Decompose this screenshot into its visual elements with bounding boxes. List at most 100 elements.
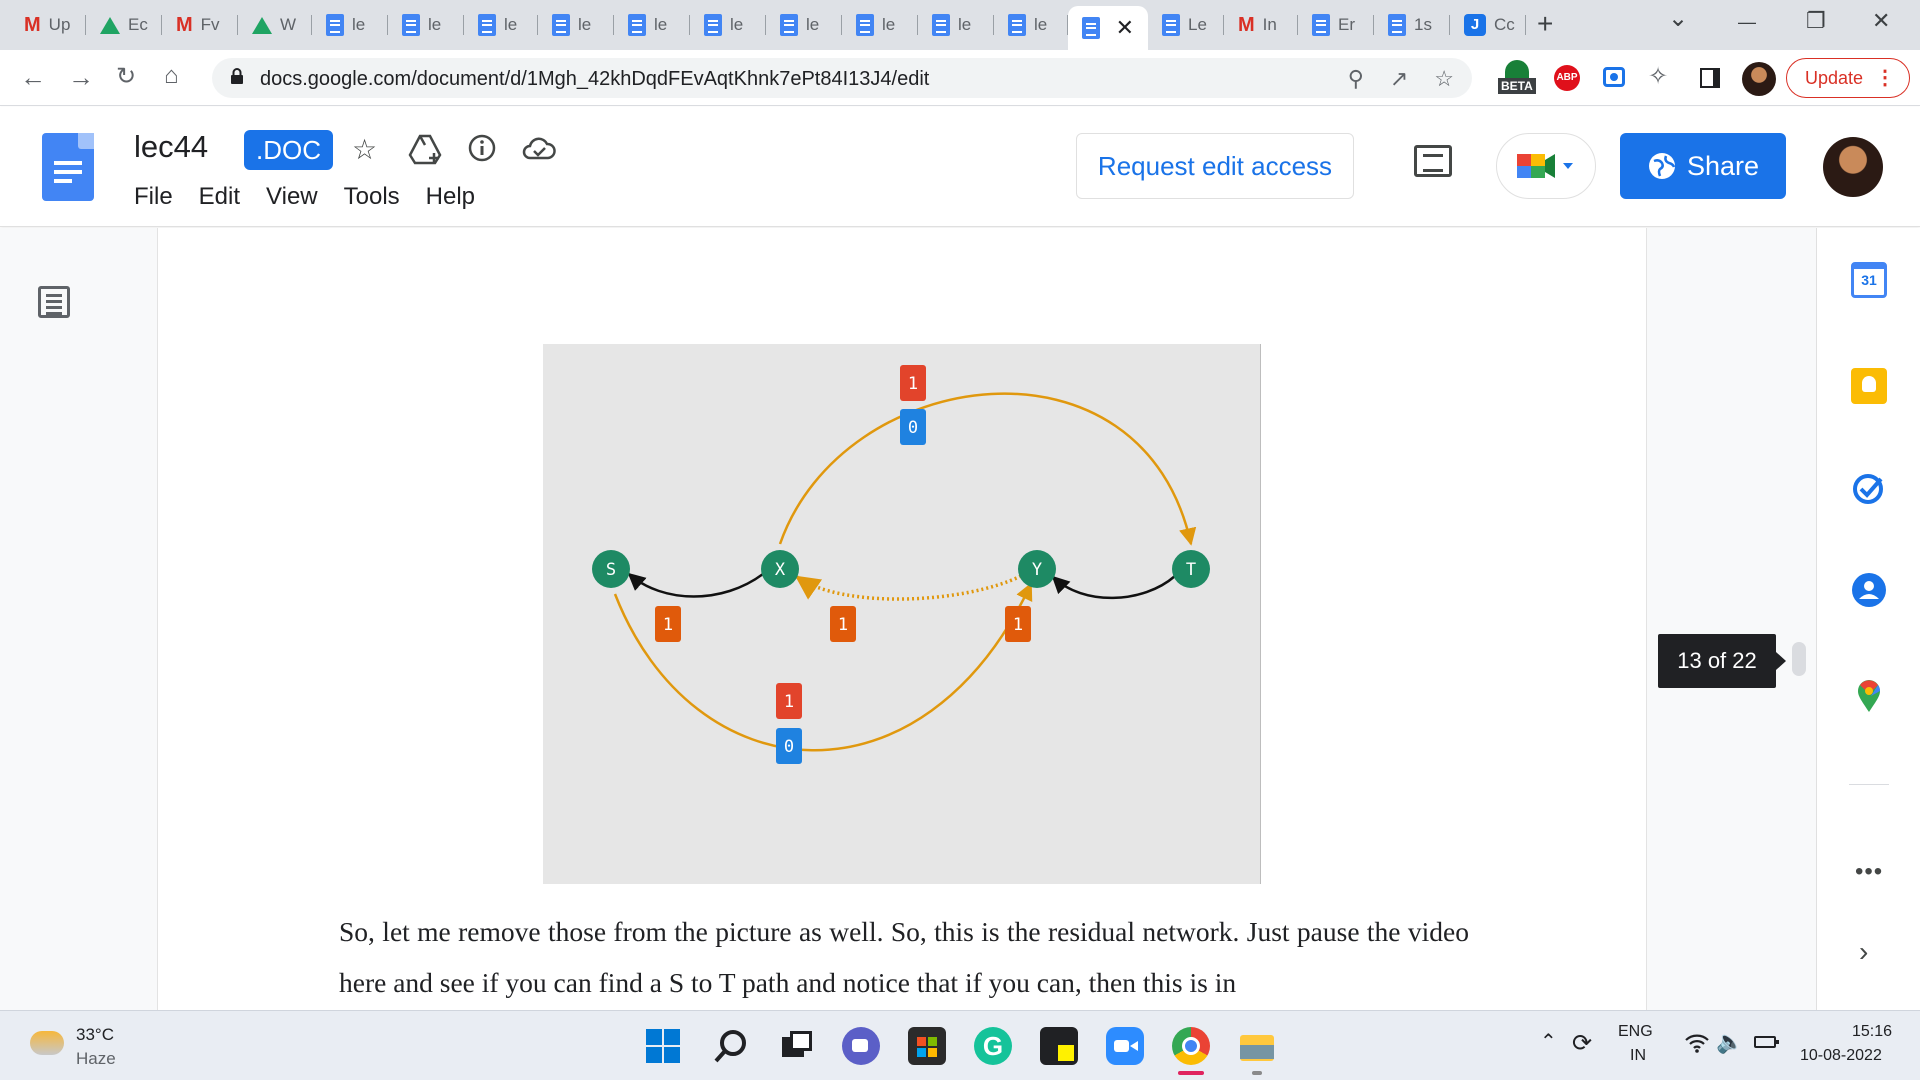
clock-date[interactable]: 10-08-2022 [1800, 1047, 1882, 1065]
residual-network-diagram: 1 0 1 1 1 1 0 S X Y T [592, 365, 1210, 764]
browser-tab[interactable]: 1s [1374, 8, 1450, 42]
menu-view[interactable]: View [266, 183, 318, 211]
browser-tab[interactable]: le [538, 8, 614, 42]
update-button[interactable]: Update ⋮ [1786, 58, 1910, 98]
close-window-icon[interactable]: ✕ [1872, 8, 1890, 34]
browser-tab[interactable]: Ec [86, 8, 162, 42]
scrollbar-thumb[interactable] [1792, 642, 1806, 676]
restore-icon[interactable]: ❐ [1806, 8, 1826, 34]
side-panel-icon[interactable] [1700, 68, 1720, 88]
battery-icon[interactable] [1754, 1036, 1779, 1048]
browser-tab[interactable]: Le [1148, 8, 1224, 42]
menu-file[interactable]: File [134, 183, 173, 211]
weather-haze-icon[interactable] [30, 1031, 64, 1055]
contacts-icon[interactable] [1851, 572, 1887, 608]
wifi-icon[interactable] [1684, 1033, 1710, 1053]
start-windows-icon[interactable] [644, 1027, 682, 1065]
minimize-icon[interactable]: — [1738, 12, 1756, 33]
back-icon[interactable]: ← [20, 62, 46, 93]
language-indicator[interactable]: ENG [1618, 1023, 1653, 1041]
teams-chat-icon[interactable] [842, 1027, 880, 1065]
tab-title: Cc [1494, 15, 1515, 34]
meet-button[interactable] [1496, 133, 1596, 199]
screen-record-icon[interactable] [1603, 67, 1625, 87]
tab-strip: M Up Ec M Fv Wle le le le le le le le le le ✕ Le M In Er 1s J… [0, 0, 1920, 50]
browser-tab[interactable]: M In [1224, 8, 1298, 42]
tray-chevron-up-icon[interactable]: ⌃ [1540, 1029, 1557, 1054]
file-explorer-icon[interactable] [1238, 1027, 1276, 1065]
url-text[interactable]: docs.google.com/document/d/1Mgh_42khDqdF… [260, 68, 929, 91]
tab-search-chevron-icon[interactable]: ⌄ [1668, 4, 1688, 33]
beta-extension-icon[interactable]: BETA [1496, 58, 1538, 100]
search-icon[interactable] [712, 1027, 750, 1065]
browser-tab[interactable]: le [312, 8, 388, 42]
browser-tab[interactable]: le [388, 8, 464, 42]
cloud-saved-icon[interactable] [522, 137, 556, 161]
volume-icon[interactable]: 🔈 [1716, 1029, 1743, 1055]
adblock-icon[interactable]: ABP [1554, 65, 1580, 91]
browser-tab[interactable]: W [238, 8, 312, 42]
zoom-app-icon[interactable] [1106, 1027, 1144, 1065]
profile-avatar[interactable] [1742, 62, 1776, 96]
chrome-icon[interactable] [1172, 1027, 1210, 1065]
svg-text:X: X [775, 560, 786, 580]
expand-panel-chevron-icon[interactable]: › [1859, 936, 1868, 968]
info-icon[interactable] [467, 133, 497, 163]
bookmark-star-icon[interactable]: ☆ [1434, 66, 1454, 92]
browser-tab[interactable]: M Fv [162, 8, 238, 42]
home-icon[interactable]: ⌂ [164, 62, 179, 90]
browser-tab[interactable]: le [918, 8, 994, 42]
docs-icon [1082, 17, 1100, 39]
move-to-drive-icon[interactable] [408, 133, 444, 167]
address-bar[interactable]: docs.google.com/document/d/1Mgh_42khDqdF… [212, 58, 1472, 98]
share-button[interactable]: Share [1620, 133, 1786, 199]
menu-edit[interactable]: Edit [199, 183, 240, 211]
temperature[interactable]: 33°C [76, 1025, 114, 1045]
zoom-icon[interactable]: ⚲ [1348, 66, 1364, 92]
star-icon[interactable]: ☆ [352, 133, 377, 166]
beta-label: BETA [1498, 78, 1536, 94]
reload-icon[interactable]: ↻ [116, 62, 136, 91]
extensions-puzzle-icon[interactable]: ✧ [1648, 62, 1668, 91]
maps-icon[interactable] [1851, 678, 1887, 714]
browser-tab[interactable]: Er [1298, 8, 1374, 42]
new-tab-icon[interactable]: + [1537, 8, 1553, 40]
browser-tab[interactable]: J Cc [1450, 8, 1526, 42]
browser-tab[interactable]: le [766, 8, 842, 42]
clock-time[interactable]: 15:16 [1852, 1023, 1892, 1041]
docs-logo-icon[interactable] [42, 133, 94, 201]
comment-history-icon[interactable] [1414, 145, 1452, 177]
browser-tab[interactable]: M Up [10, 8, 86, 42]
sticky-notes-icon[interactable] [1040, 1027, 1078, 1065]
weather-condition[interactable]: Haze [76, 1049, 116, 1069]
lock-icon [231, 68, 243, 84]
svg-text:1: 1 [1013, 615, 1023, 635]
task-view-icon[interactable] [778, 1027, 816, 1065]
tasks-icon[interactable] [1851, 470, 1887, 506]
menu-tools[interactable]: Tools [344, 183, 400, 211]
more-apps-icon[interactable]: ••• [1855, 858, 1883, 886]
user-avatar[interactable] [1823, 137, 1883, 197]
share-page-icon[interactable]: ↗ [1390, 66, 1408, 92]
browser-tab[interactable]: le [690, 8, 766, 42]
forward-icon[interactable]: → [68, 62, 94, 93]
browser-tab[interactable]: le [994, 8, 1068, 42]
store-icon[interactable] [908, 1027, 946, 1065]
close-tab-icon[interactable]: ✕ [1116, 15, 1134, 41]
browser-tab-active[interactable]: ✕ [1068, 6, 1148, 50]
document-title[interactable]: lec44 [134, 129, 208, 165]
browser-tab[interactable]: le [614, 8, 690, 42]
menu-help[interactable]: Help [426, 183, 475, 211]
svg-text:1: 1 [838, 615, 848, 635]
browser-tab[interactable]: le [464, 8, 538, 42]
calendar-icon[interactable]: 31 [1851, 262, 1887, 298]
sync-icon[interactable]: ⟳ [1572, 1029, 1592, 1058]
grammarly-icon[interactable]: G [974, 1027, 1012, 1065]
keep-icon[interactable] [1851, 368, 1887, 404]
region-indicator[interactable]: IN [1630, 1047, 1646, 1065]
edge-label-flow: 0 [900, 409, 926, 445]
browser-tab[interactable]: le [842, 8, 918, 42]
edge-label-capacity: 1 [776, 683, 802, 719]
document-outline-icon[interactable] [38, 286, 70, 318]
request-edit-access-button[interactable]: Request edit access [1076, 133, 1354, 199]
